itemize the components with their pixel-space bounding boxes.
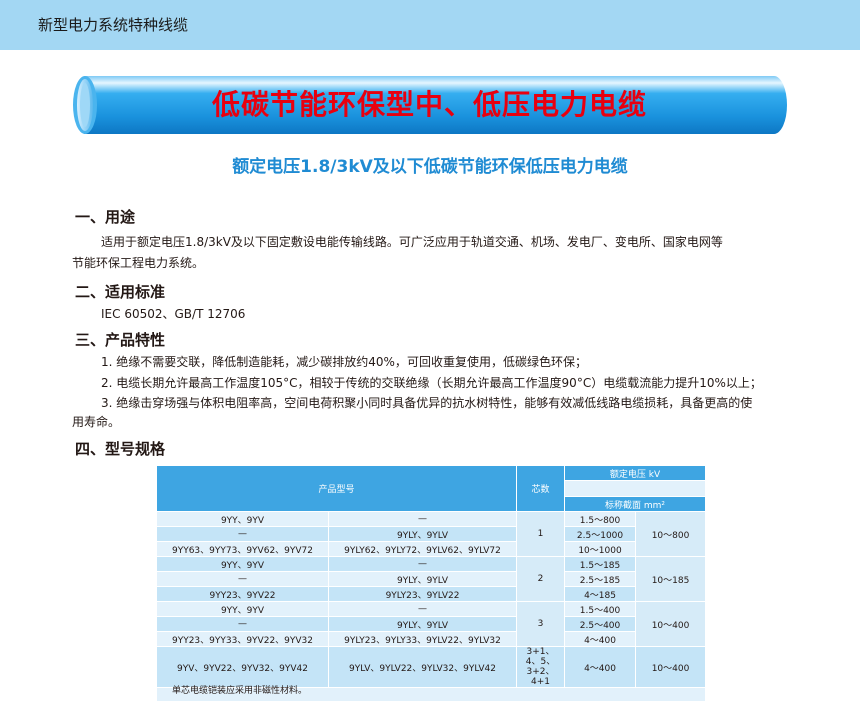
th-cores: 芯数 [516,465,566,512]
cell-al-model: 9YLV、9YLV22、9YLV32、9YLV42 [327,646,518,688]
cell-range: 10～400 [635,646,707,688]
heading-spec: 四、型号规格 [75,440,166,458]
cell-cu-model: 9YY、9YV [156,556,329,572]
cell-cores: 2 [516,556,566,602]
cell-section: 2.5～1000 [564,526,637,542]
th-area: 标称截面 mm² [564,496,707,512]
cell-al-model: 9YLY23、9YLY33、9YLV22、9YLV32 [327,631,518,647]
feature-item-3b: 用寿命。 [72,415,121,429]
cell-al-model: 9YLY23、9YLV22 [327,586,518,602]
cell-cores: 3+1、4、5、3+2、4+1 [516,646,566,688]
cell-cores: 3 [516,601,566,647]
cell-al-model: — [327,556,518,572]
cell-section: 4～185 [564,586,637,602]
cell-cu-model: — [156,526,329,542]
cell-al-model: — [327,511,518,527]
heading-usage: 一、用途 [75,208,136,226]
cell-cu-model: 9YY23、9YY33、9YV22、9YV32 [156,631,329,647]
heading-features: 三、产品特性 [75,331,166,349]
usage-line-1: 适用于额定电压1.8/3kV及以下固定敷设电能传输线路。可广泛应用于轨道交通、机… [101,235,723,249]
spec-table-wrap: 产品型号 芯数 额定电压 kV 标称截面 mm² 9YY、9YV — 1 1.5… [155,465,707,702]
table-row: 9YV、9YV22、9YV32、9YV42 9YLV、9YLV22、9YLV32… [156,646,707,688]
table-row: — 9YLY、9YLV 2.5～185 [156,571,706,587]
header-title: 新型电力系统特种线缆 [38,16,189,34]
cell-cores: 1 [516,511,566,557]
cell-al-model: 9YLY62、9YLY72、9YLV62、9YLV72 [327,541,518,557]
cell-al-model: 9YLY、9YLV [327,571,518,587]
cell-section: 1.5～800 [564,511,637,527]
feature-item-1: 1. 绝缘不需要交联，降低制造能耗，减少碳排放约40%，可回收重复使用，低碳绿色… [101,355,587,369]
standard-text: IEC 60502、GB/T 12706 [101,307,246,321]
cell-cu-model: 9YY63、9YY73、9YV62、9YV72 [156,541,329,557]
cell-cu-model: 9YV、9YV22、9YV32、9YV42 [156,646,329,688]
cell-section: 4～400 [564,631,637,647]
table-row: 9YY、9YV — 2 1.5～185 10～185 [156,556,707,602]
table-row: — 9YLY、9YLV 2.5～1000 [156,526,706,542]
cell-section: 2.5～400 [564,616,637,632]
table-row: 9YY63、9YY73、9YV62、9YV72 9YLY62、9YLY72、9Y… [156,541,706,557]
header-bar: 新型电力系统特种线缆 [0,0,860,50]
cell-al-model: — [327,601,518,617]
table-row: 9YY、9YV — 3 1.5～400 10～400 [156,601,707,647]
feature-item-2: 2. 电缆长期允许最高工作温度105°C，相较于传统的交联绝缘（长期允许最高工作… [101,376,762,390]
th-model: 产品型号 [155,465,518,512]
table-row: 9YY23、9YV22 9YLY23、9YLV22 4～185 [156,586,706,602]
table-footnote: 单芯电缆铠装应采用非磁性材料。 [172,686,308,696]
cell-section: 1.5～400 [564,601,637,617]
banner-title: 低碳节能环保型中、低压电力电缆 [211,88,647,121]
cell-cu-model: 9YY23、9YV22 [156,586,329,602]
banner-tube: 低碳节能环保型中、低压电力电缆 [72,76,787,134]
page-subtitle: 额定电压1.8/3kV及以下低碳节能环保低压电力电缆 [232,157,628,177]
cell-cu-model: 9YY、9YV [156,511,329,527]
cell-section: 4～400 [564,646,637,688]
cell-section: 2.5～185 [564,571,637,587]
usage-line-2: 节能环保工程电力系统。 [72,256,205,270]
th-voltage: 额定电压 kV [564,465,707,481]
table-row: — 9YLY、9YLV 2.5～400 [156,616,706,632]
th-voltage-values [564,480,707,497]
table-row: 9YY、9YV — 1 1.5～800 10～800 [156,511,707,557]
feature-item-3a: 3. 绝缘击穿场强与体积电阻率高，空间电荷积聚小同时具备优异的抗水树特性，能够有… [101,396,753,410]
cell-range: 10～400 [635,601,707,647]
heading-standard: 二、适用标准 [75,283,166,301]
cell-range: 10～185 [635,556,707,602]
cell-cu-model: 9YY、9YV [156,601,329,617]
cell-range: 10～800 [635,511,707,557]
table-row: 9YY23、9YY33、9YV22、9YV32 9YLY23、9YLY33、9Y… [156,631,706,647]
cell-section: 10～1000 [564,541,637,557]
cell-al-model: 9YLY、9YLV [327,526,518,542]
cell-cu-model: — [156,571,329,587]
cell-section: 1.5～185 [564,556,637,572]
cell-al-model: 9YLY、9YLV [327,616,518,632]
spec-table: 产品型号 芯数 额定电压 kV 标称截面 mm² 9YY、9YV — 1 1.5… [155,465,707,702]
cell-cu-model: — [156,616,329,632]
